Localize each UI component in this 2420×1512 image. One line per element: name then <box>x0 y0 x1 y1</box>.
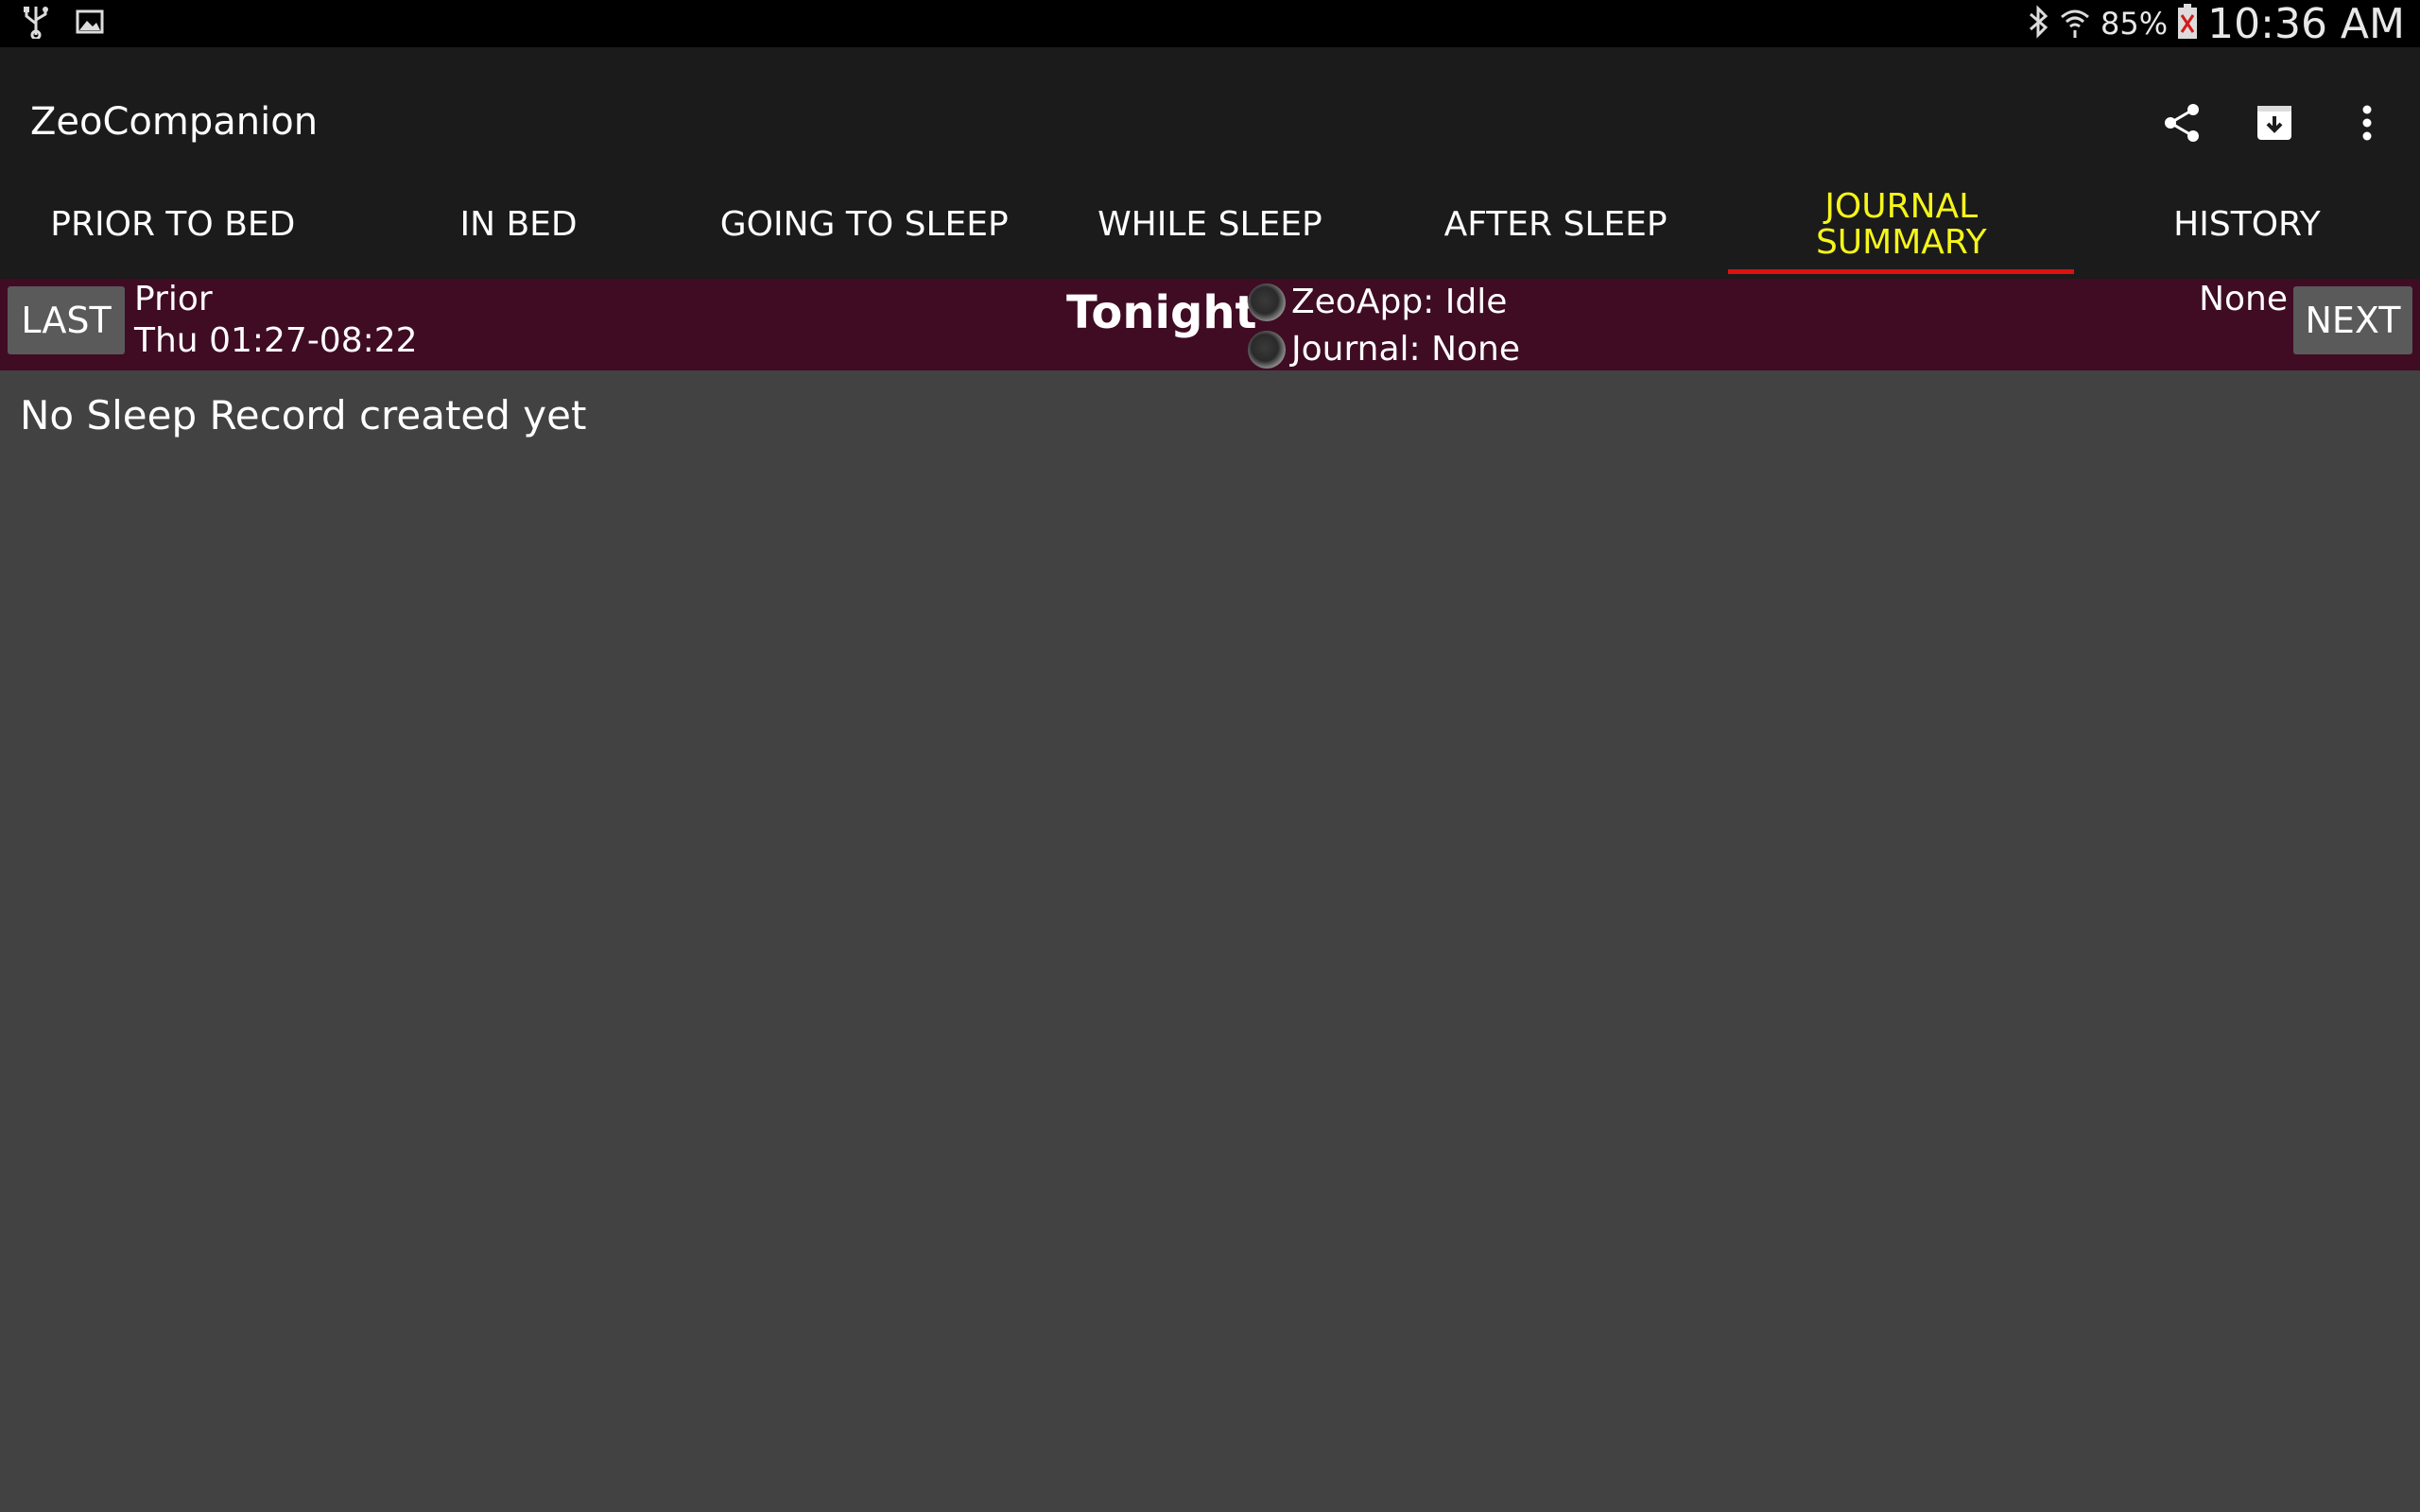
session-header: LAST Prior Thu 01:27-08:22 Tonight ZeoAp… <box>0 279 2420 370</box>
last-button[interactable]: LAST <box>8 286 125 354</box>
journal-status-row: Journal: None <box>1248 326 1520 373</box>
app-title: ZeoCompanion <box>30 100 319 144</box>
prior-session: Prior Thu 01:27-08:22 <box>134 279 418 362</box>
wifi-icon <box>2059 6 2091 42</box>
battery-percent: 85% <box>2100 6 2169 42</box>
tab-history[interactable]: HISTORY <box>2074 175 2420 274</box>
action-bar: ZeoCompanion PRIOR TO BED IN BED GOING T… <box>0 47 2420 279</box>
next-button[interactable]: NEXT <box>2293 286 2412 354</box>
tab-going-to-sleep[interactable]: GOING TO SLEEP <box>691 175 1037 274</box>
prior-label: Prior <box>134 280 213 318</box>
status-bar-left <box>23 6 104 42</box>
usb-icon <box>23 5 49 43</box>
tab-prior-to-bed[interactable]: PRIOR TO BED <box>0 175 346 274</box>
tonight-label: Tonight <box>1066 286 1257 339</box>
status-bar: 85% 10:36 AM <box>0 0 2420 48</box>
tab-while-sleep[interactable]: WHILE SLEEP <box>1037 175 1383 274</box>
status-info: ZeoApp: Idle Journal: None <box>1248 279 1520 373</box>
clock: 10:36 AM <box>2207 0 2405 48</box>
image-icon <box>76 9 104 38</box>
empty-state-message: No Sleep Record created yet <box>20 392 587 438</box>
zeoapp-status-indicator-icon <box>1248 284 1286 321</box>
bluetooth-icon <box>2027 5 2049 43</box>
overflow-menu-icon[interactable] <box>2341 96 2394 149</box>
journal-status-indicator-icon <box>1248 331 1286 369</box>
battery-icon <box>2177 4 2198 43</box>
tab-in-bed[interactable]: IN BED <box>346 175 692 274</box>
journal-status: Journal: None <box>1291 330 1520 369</box>
action-buttons <box>2155 96 2394 149</box>
status-bar-right: 85% 10:36 AM <box>2027 0 2405 48</box>
share-icon[interactable] <box>2155 96 2208 149</box>
tab-after-sleep[interactable]: AFTER SLEEP <box>1383 175 1729 274</box>
tab-bar: PRIOR TO BED IN BED GOING TO SLEEP WHILE… <box>0 175 2420 274</box>
archive-download-icon[interactable] <box>2248 96 2301 149</box>
tab-journal-summary[interactable]: JOURNAL SUMMARY <box>1728 175 2074 274</box>
next-session-label: None <box>2199 280 2288 318</box>
zeoapp-status: ZeoApp: Idle <box>1291 283 1508 321</box>
zeoapp-status-row: ZeoApp: Idle <box>1248 279 1520 326</box>
prior-time: Thu 01:27-08:22 <box>134 321 418 360</box>
